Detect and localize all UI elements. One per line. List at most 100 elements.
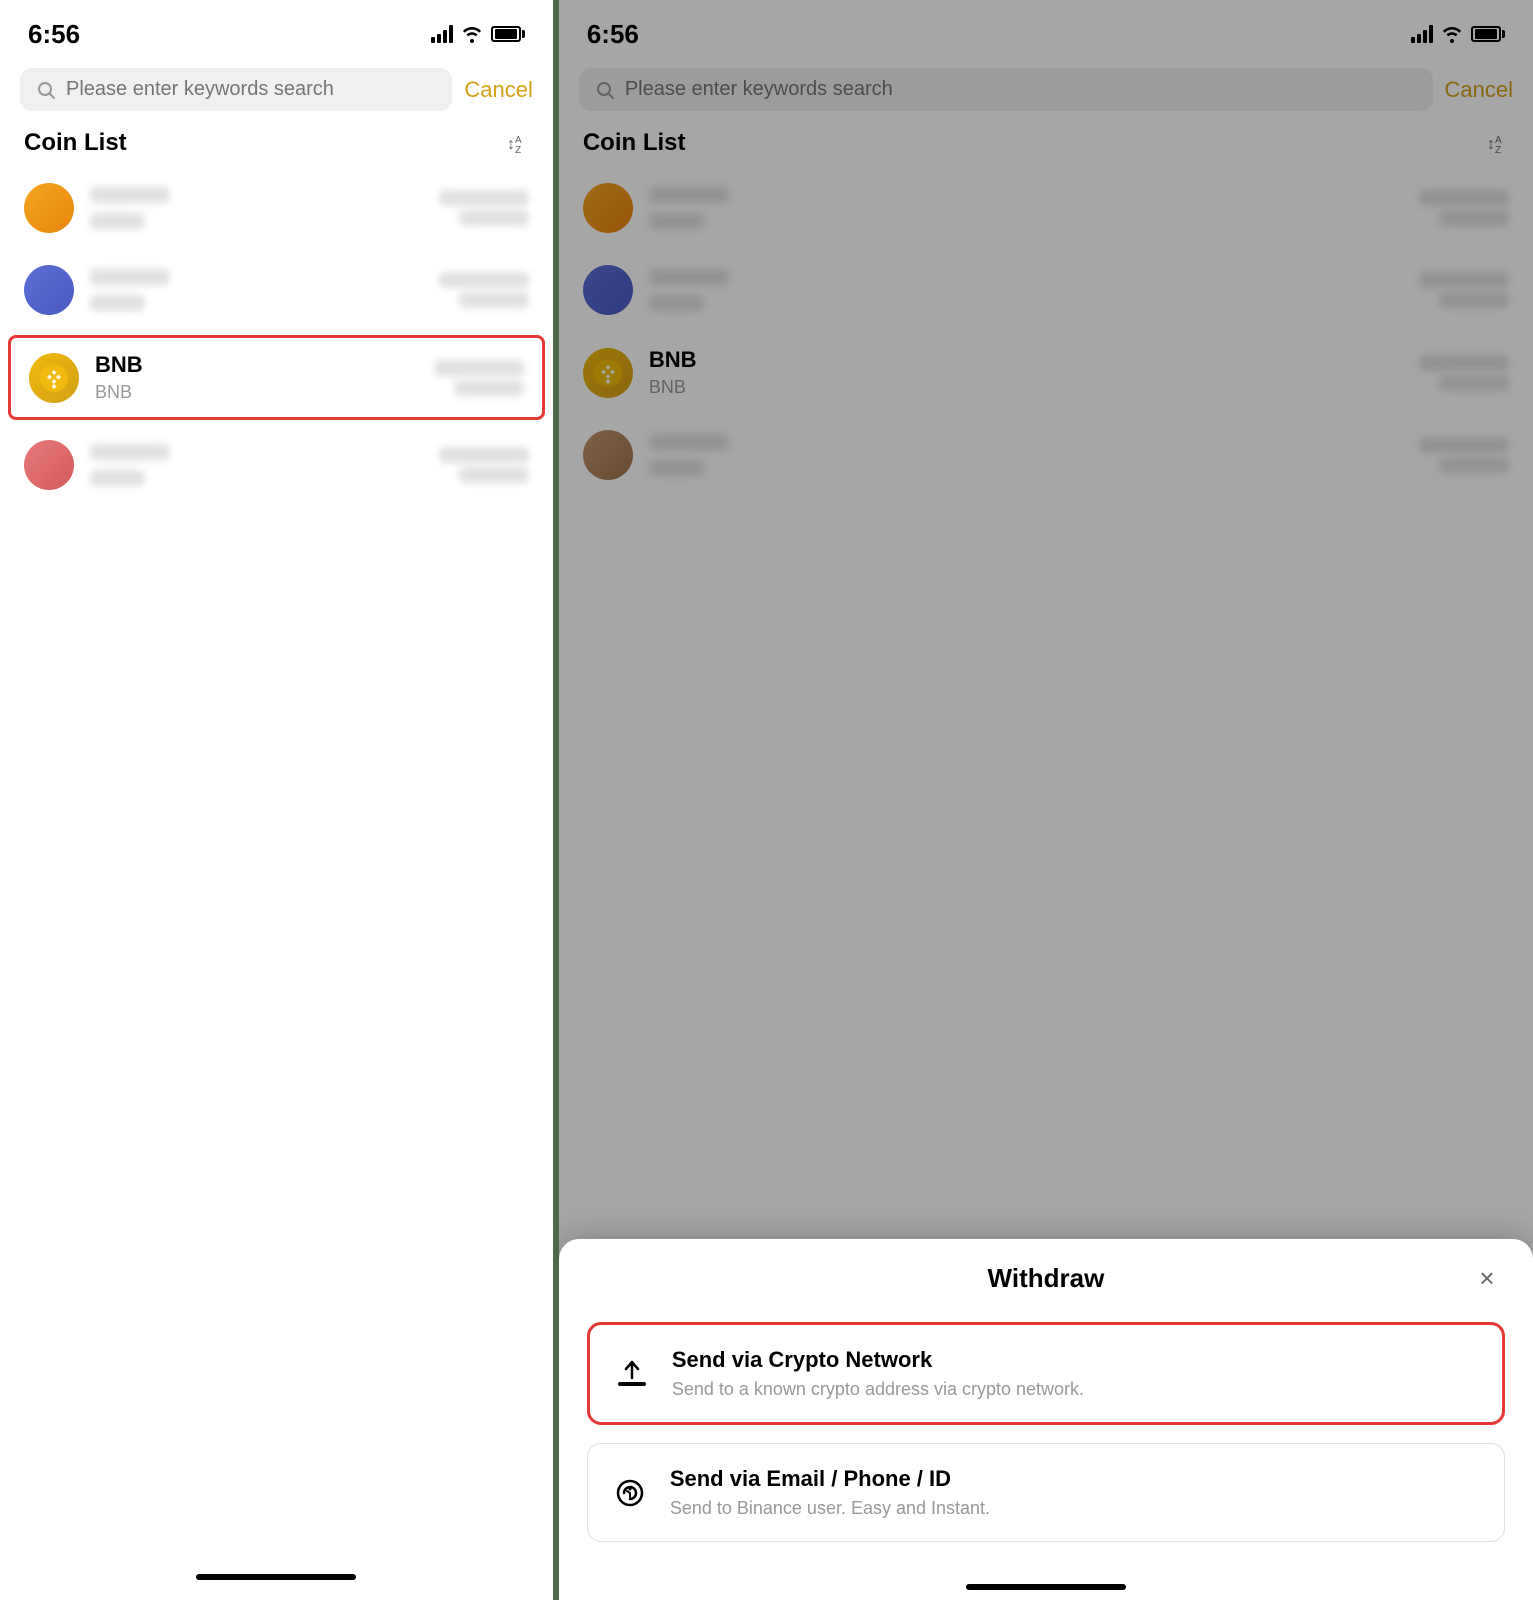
right-status-icons <box>1411 25 1505 43</box>
svg-text:Z: Z <box>1495 145 1501 155</box>
svg-text:↕: ↕ <box>507 136 515 153</box>
coin-icon-blue <box>24 265 74 315</box>
right-coin-list-title: Coin List <box>583 129 686 157</box>
bnb-price-blurred <box>454 380 524 396</box>
list-item[interactable] <box>0 424 553 506</box>
coin-value <box>1419 437 1509 473</box>
email-option-content: Send via Email / Phone / ID Send to Bina… <box>670 1466 1484 1519</box>
coin-price-blurred <box>1439 292 1509 308</box>
coin-value <box>439 272 529 308</box>
signal-icon <box>431 25 453 43</box>
bnb-info-right: BNB BNB <box>649 347 1403 398</box>
coin-name-blurred <box>90 187 170 203</box>
right-search-wrapper[interactable] <box>579 68 1433 111</box>
crypto-option-content: Send via Crypto Network Send to a known … <box>672 1347 1482 1400</box>
svg-text:Z: Z <box>515 145 521 155</box>
coin-price-blurred <box>459 210 529 226</box>
sheet-close-button[interactable]: × <box>1469 1261 1505 1297</box>
coin-name-blurred <box>649 434 729 450</box>
bnb-name-right: BNB <box>649 347 1403 373</box>
coin-info <box>90 444 423 486</box>
email-phone-icon <box>608 1471 652 1515</box>
coin-amount-blurred <box>1419 272 1509 288</box>
coin-ticker-blurred <box>649 213 704 229</box>
left-sort-icon[interactable]: ↕ A Z <box>505 131 529 155</box>
left-coin-list-header: Coin List ↕ A Z <box>0 119 553 167</box>
coin-info <box>90 269 423 311</box>
left-panel: 6:56 <box>0 0 553 1600</box>
list-item[interactable] <box>0 249 553 331</box>
left-home-indicator <box>196 1574 356 1580</box>
coin-icon-blue <box>583 265 633 315</box>
coin-amount-blurred <box>439 190 529 206</box>
coin-amount-blurred <box>439 447 529 463</box>
right-sort-icon[interactable]: ↕ A Z <box>1485 131 1509 155</box>
list-item[interactable] <box>559 167 1533 249</box>
left-search-icon <box>36 80 56 100</box>
battery-icon <box>491 26 525 42</box>
right-home-indicator <box>966 1584 1126 1590</box>
send-via-crypto-option[interactable]: Send via Crypto Network Send to a known … <box>587 1322 1505 1425</box>
list-item[interactable] <box>559 249 1533 331</box>
coin-name-blurred <box>90 269 170 285</box>
right-search-icon <box>595 80 615 100</box>
bnb-info: BNB BNB <box>95 352 418 403</box>
coin-amount-blurred <box>439 272 529 288</box>
right-coin-list-header: Coin List ↕ A Z <box>559 119 1533 167</box>
bnb-value <box>434 360 524 396</box>
coin-price-blurred <box>459 292 529 308</box>
coin-ticker-blurred <box>90 213 145 229</box>
bnb-icon-right <box>583 348 633 398</box>
bnb-price-blurred <box>1439 375 1509 391</box>
bnb-name: BNB <box>95 352 418 378</box>
left-search-wrapper[interactable] <box>20 68 452 111</box>
left-time: 6:56 <box>28 19 80 50</box>
sheet-title: Withdraw <box>988 1263 1105 1294</box>
right-time: 6:56 <box>587 19 639 50</box>
email-option-desc: Send to Binance user. Easy and Instant. <box>670 1498 1484 1519</box>
coin-value <box>1419 272 1509 308</box>
right-search-input[interactable] <box>625 78 1417 101</box>
crypto-network-icon <box>610 1352 654 1396</box>
list-item[interactable] <box>559 414 1533 496</box>
bnb-amount-blurred <box>1419 355 1509 371</box>
left-status-bar: 6:56 <box>0 0 553 60</box>
crypto-option-title: Send via Crypto Network <box>672 1347 1482 1373</box>
wifi-icon <box>461 25 483 43</box>
bnb-ticker-right: BNB <box>649 377 1403 398</box>
bnb-icon <box>29 353 79 403</box>
left-search-input[interactable] <box>66 78 436 101</box>
crypto-option-desc: Send to a known crypto address via crypt… <box>672 1379 1482 1400</box>
coin-value <box>439 190 529 226</box>
coin-name-blurred <box>649 187 729 203</box>
list-item[interactable] <box>0 167 553 249</box>
email-option-title: Send via Email / Phone / ID <box>670 1466 1484 1492</box>
left-coin-list: BNB BNB <box>0 167 553 1564</box>
sheet-header: Withdraw × <box>587 1263 1505 1294</box>
coin-ticker-blurred <box>649 295 704 311</box>
left-search-bar: Cancel <box>0 60 553 119</box>
coin-info <box>90 187 423 229</box>
right-cancel-button[interactable]: Cancel <box>1445 77 1513 103</box>
coin-price-blurred <box>1439 210 1509 226</box>
coin-amount-blurred <box>1419 190 1509 206</box>
coin-amount-blurred <box>1419 437 1509 453</box>
svg-text:↕: ↕ <box>1487 136 1495 153</box>
coin-info <box>649 187 1403 229</box>
bnb-ticker: BNB <box>95 382 418 403</box>
coin-value <box>1419 190 1509 226</box>
coin-value <box>439 447 529 483</box>
send-via-email-option[interactable]: Send via Email / Phone / ID Send to Bina… <box>587 1443 1505 1542</box>
coin-ticker-blurred <box>90 295 145 311</box>
bnb-coin-item-right[interactable]: BNB BNB <box>559 331 1533 414</box>
wifi-icon <box>1441 25 1463 43</box>
right-status-bar: 6:56 <box>559 0 1533 60</box>
coin-icon-pink <box>24 440 74 490</box>
battery-icon <box>1471 26 1505 42</box>
signal-icon <box>1411 25 1433 43</box>
bnb-value-right <box>1419 355 1509 391</box>
coin-info <box>649 434 1403 476</box>
left-cancel-button[interactable]: Cancel <box>464 77 532 103</box>
bnb-coin-item[interactable]: BNB BNB <box>8 335 545 420</box>
withdraw-bottom-sheet: Withdraw × Send via Crypto Network Send … <box>559 1239 1533 1600</box>
